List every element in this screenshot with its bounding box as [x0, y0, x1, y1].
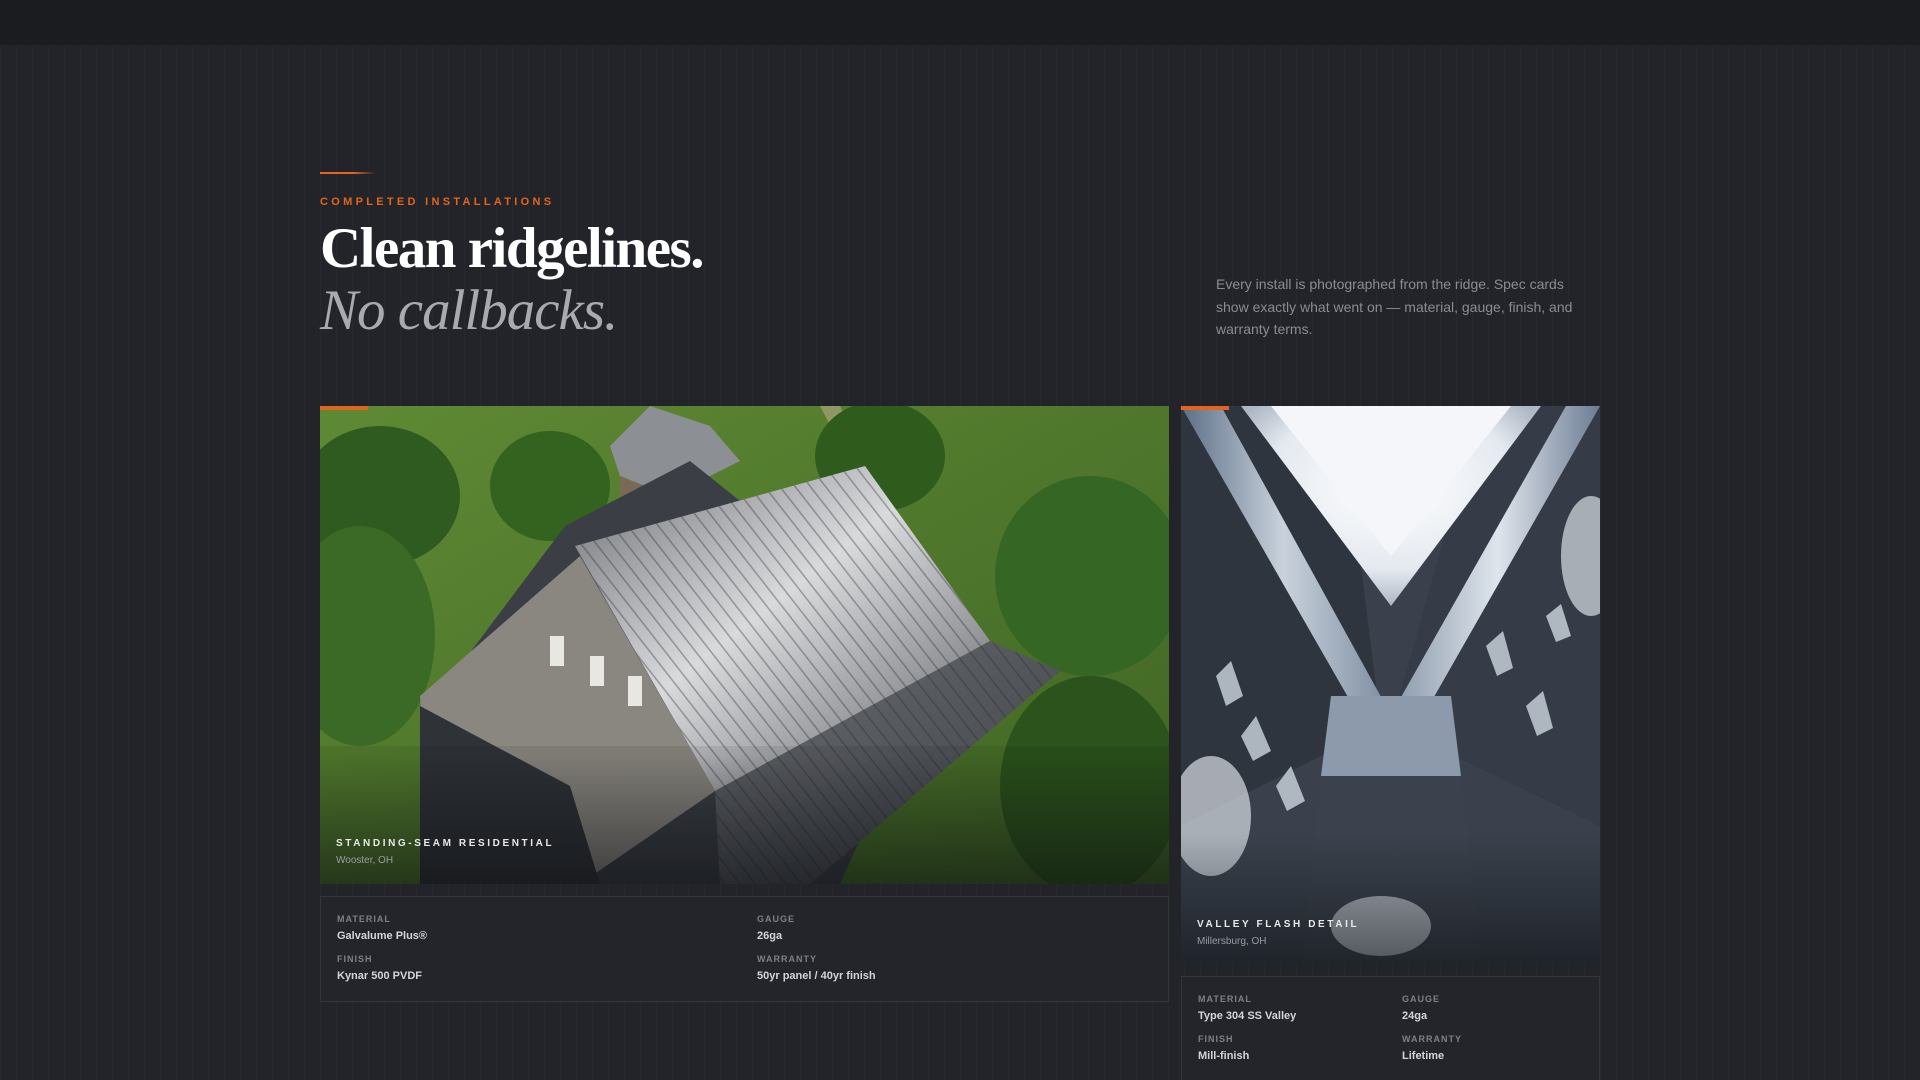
project-title: VALLEY FLASH DETAIL	[1197, 919, 1360, 930]
spec-value: 50yr panel / 40yr finish	[757, 970, 876, 982]
spec-finish: FINISH Mill-finish	[1198, 1034, 1249, 1062]
accent-rule	[320, 172, 376, 174]
photo-accent-tab	[1181, 406, 1229, 410]
spec-warranty: WARRANTY Lifetime	[1402, 1034, 1462, 1062]
spec-label: FINISH	[337, 954, 373, 964]
spec-label: MATERIAL	[1198, 994, 1252, 1004]
spec-value: 24ga	[1402, 1010, 1428, 1022]
project-photo-residential[interactable]: STANDING-SEAM RESIDENTIAL Wooster, OH	[320, 406, 1169, 884]
spec-warranty: WARRANTY 50yr panel / 40yr finish	[757, 954, 876, 982]
project-photo-valley[interactable]: VALLEY FLASH DETAIL Millersburg, OH	[1181, 406, 1600, 964]
section-headline: Clean ridgelines.	[320, 217, 705, 280]
spec-card: MATERIAL Type 304 SS Valley GAUGE 24ga F…	[1181, 976, 1600, 1080]
spec-card: MATERIAL Galvalume Plus® GAUGE 26ga FINI…	[320, 896, 1169, 1002]
spec-value: Mill-finish	[1198, 1050, 1250, 1062]
spec-value: Lifetime	[1402, 1050, 1445, 1062]
section-eyebrow: COMPLETED INSTALLATIONS	[320, 196, 555, 208]
photo-gradient-overlay	[320, 754, 1169, 884]
spec-label: FINISH	[1198, 1034, 1234, 1044]
spec-material: MATERIAL Type 304 SS Valley	[1198, 994, 1296, 1022]
section-headline-italic: No callbacks.	[320, 279, 618, 342]
spec-value: Galvalume Plus®	[337, 930, 428, 942]
section-intro: Every install is photographed from the r…	[1216, 276, 1573, 337]
spec-label: GAUGE	[757, 914, 796, 924]
project-location: Millersburg, OH	[1197, 936, 1267, 947]
project-location: Wooster, OH	[336, 855, 394, 866]
installations-section: COMPLETED INSTALLATIONS Clean ridgelines…	[320, 0, 1600, 1080]
spec-value: 26ga	[757, 930, 783, 942]
spec-gauge: GAUGE 24ga	[1402, 994, 1440, 1022]
spec-label: MATERIAL	[337, 914, 391, 924]
spec-gauge: GAUGE 26ga	[757, 914, 795, 942]
spec-label: WARRANTY	[757, 954, 817, 964]
spec-material: MATERIAL Galvalume Plus®	[337, 914, 427, 942]
spec-value: Kynar 500 PVDF	[337, 970, 422, 982]
spec-label: WARRANTY	[1402, 1034, 1462, 1044]
photo-accent-tab	[320, 406, 368, 410]
spec-label: GAUGE	[1402, 994, 1441, 1004]
spec-finish: FINISH Kynar 500 PVDF	[337, 954, 422, 982]
spec-value: Type 304 SS Valley	[1198, 1010, 1297, 1022]
project-title: STANDING-SEAM RESIDENTIAL	[336, 838, 555, 849]
